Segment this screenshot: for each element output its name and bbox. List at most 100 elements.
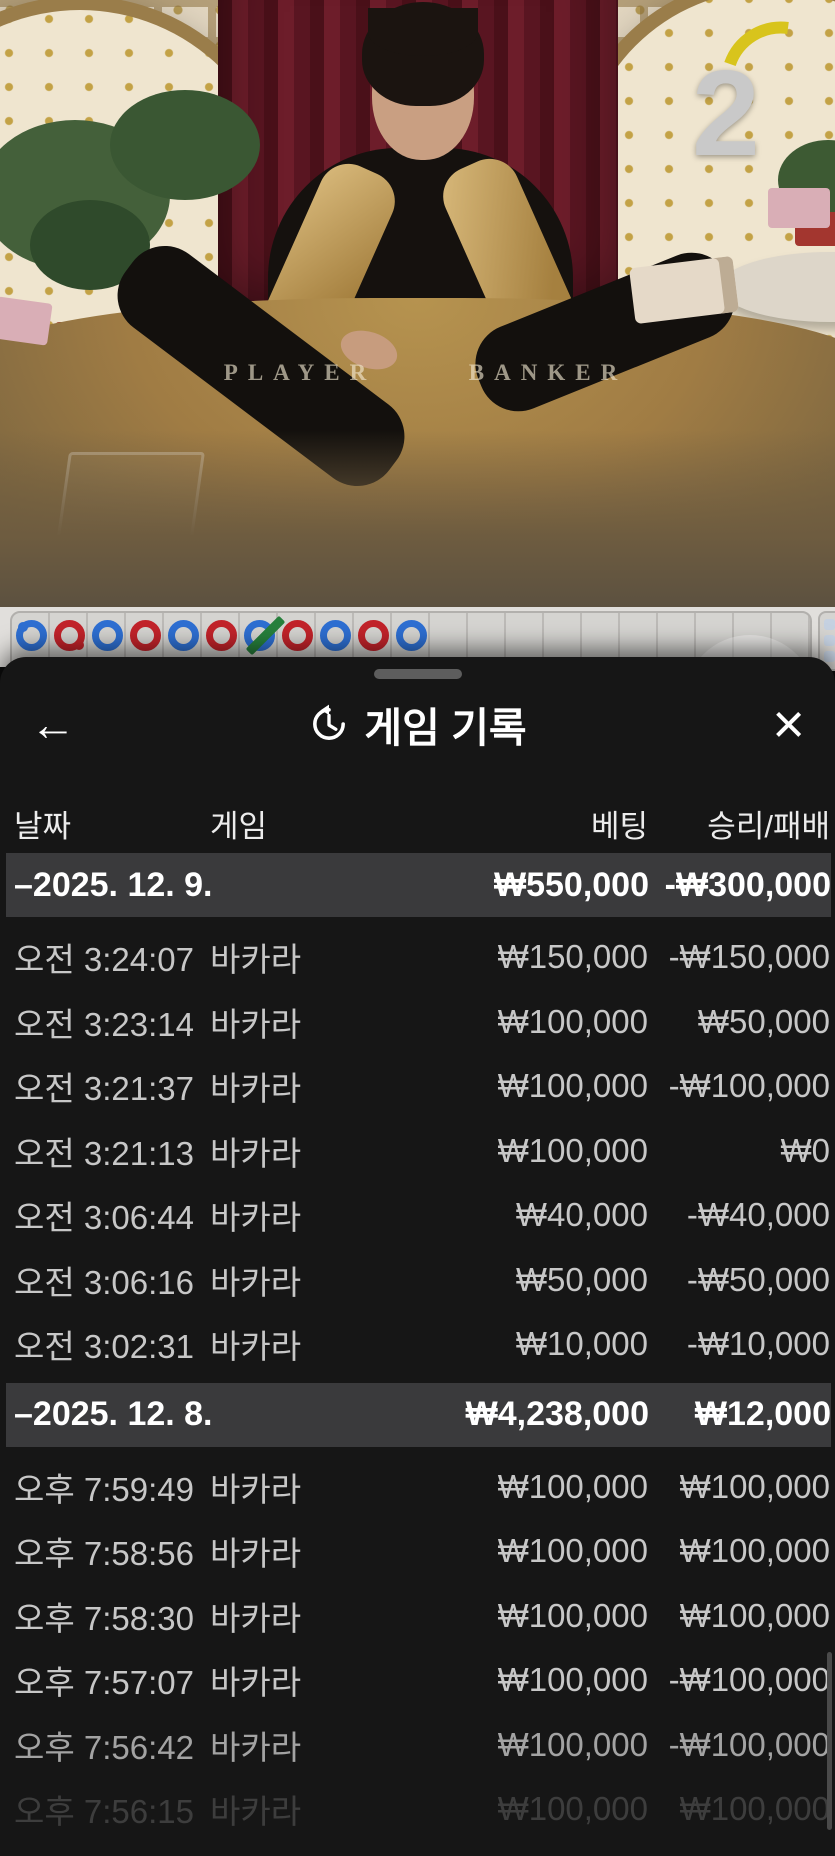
banker-felt-label: BANKER: [438, 360, 658, 386]
round-timer: 2: [690, 12, 810, 177]
table-row: 오후 7:56:15바카라₩100,000₩100,000: [0, 1777, 835, 1842]
date-summary-row: –2025. 12. 8.₩4,238,000₩12,000: [6, 1383, 831, 1447]
summary-result: ₩12,000: [649, 1395, 831, 1434]
banker-result-icon: [206, 620, 237, 651]
cell-result: -₩150,000: [648, 938, 830, 976]
cell-bet: ₩100,000: [420, 1726, 648, 1764]
history-list: –2025. 12. 9.₩550,000-₩300,000 오전 3:24:07…: [0, 853, 835, 1842]
cell-bet: ₩100,000: [420, 1003, 648, 1041]
cell-result: -₩100,000: [648, 1661, 830, 1699]
card-box-left: [0, 296, 53, 345]
dealer-fringe: [368, 8, 478, 56]
card-box-right: [768, 188, 830, 228]
pair-dot-icon: [18, 622, 28, 632]
cell-bet: ₩40,000: [420, 1196, 648, 1234]
cell-time: 오후 7:56:15: [14, 1785, 210, 1833]
table-row: 오후 7:59:49바카라₩100,000₩100,000: [0, 1455, 835, 1520]
scrollbar-thumb[interactable]: [827, 1652, 832, 1830]
cell-game: 바카라: [210, 1721, 420, 1769]
cell-game: 바카라: [210, 1592, 420, 1640]
modal-title: 게임 기록: [364, 694, 526, 754]
timer-value: 2: [692, 52, 760, 174]
table-row: 오전 3:21:13바카라₩100,000₩0: [0, 1119, 835, 1184]
close-button[interactable]: ×: [735, 696, 805, 752]
table-row: 오전 3:23:14바카라₩100,000₩50,000: [0, 990, 835, 1055]
col-bet: 베팅: [420, 801, 648, 846]
cell-result: -₩10,000: [648, 1325, 830, 1363]
player-result-icon: [244, 620, 275, 651]
cell-time: 오전 3:06:44: [14, 1191, 210, 1239]
modal-title-wrap: 게임 기록: [100, 694, 735, 754]
cell-game: 바카라: [210, 1527, 420, 1575]
cell-time: 오전 3:02:31: [14, 1320, 210, 1368]
cell-game: 바카라: [210, 1320, 420, 1368]
cell-bet: ₩100,000: [420, 1132, 648, 1170]
cell-game: 바카라: [210, 998, 420, 1046]
cell-result: ₩100,000: [648, 1532, 830, 1570]
cell-time: 오후 7:58:30: [14, 1592, 210, 1640]
cell-bet: ₩100,000: [420, 1468, 648, 1506]
player-result-icon: [16, 620, 47, 651]
table-row: 오전 3:21:37바카라₩100,000-₩100,000: [0, 1054, 835, 1119]
cell-bet: ₩100,000: [420, 1790, 648, 1828]
summary-date: –2025. 12. 8.: [14, 1395, 420, 1434]
table-fade: [0, 430, 835, 607]
drag-handle[interactable]: [374, 669, 462, 679]
player-result-icon: [168, 620, 199, 651]
summary-result: -₩300,000: [649, 866, 831, 905]
history-group: –2025. 12. 9.₩550,000-₩300,000 오전 3:24:07…: [0, 853, 835, 1377]
cell-result: -₩40,000: [648, 1196, 830, 1234]
cell-result: ₩0: [648, 1132, 830, 1170]
cell-game: 바카라: [210, 933, 420, 981]
cell-time: 오전 3:21:13: [14, 1127, 210, 1175]
player-result-icon: [320, 620, 351, 651]
cell-time: 오전 3:23:14: [14, 998, 210, 1046]
cell-bet: ₩100,000: [420, 1067, 648, 1105]
col-result: 승리/패배: [648, 801, 830, 846]
player-result-icon: [92, 620, 123, 651]
back-button[interactable]: ←: [30, 701, 100, 747]
app-screen: PLAYER BANKER 2 ←: [0, 0, 835, 1856]
date-summary-row: –2025. 12. 9.₩550,000-₩300,000: [6, 853, 831, 917]
cell-game: 바카라: [210, 1256, 420, 1304]
banker-result-icon: [54, 620, 85, 651]
cell-result: ₩50,000: [648, 1003, 830, 1041]
cell-bet: ₩100,000: [420, 1532, 648, 1570]
cell-game: 바카라: [210, 1191, 420, 1239]
cell-bet: ₩150,000: [420, 938, 648, 976]
cell-bet: ₩10,000: [420, 1325, 648, 1363]
cell-time: 오후 7:59:49: [14, 1463, 210, 1511]
cell-game: 바카라: [210, 1785, 420, 1833]
banker-result-icon: [130, 620, 161, 651]
cell-result: ₩100,000: [648, 1468, 830, 1506]
col-game: 게임: [210, 801, 420, 846]
summary-date: –2025. 12. 9.: [14, 866, 420, 905]
live-video[interactable]: PLAYER BANKER 2: [0, 0, 835, 607]
cell-result: ₩100,000: [648, 1790, 830, 1828]
table-row: 오전 3:24:07바카라₩150,000-₩150,000: [0, 925, 835, 990]
cell-game: 바카라: [210, 1127, 420, 1175]
table-row: 오후 7:58:30바카라₩100,000₩100,000: [0, 1584, 835, 1649]
cell-time: 오전 3:06:16: [14, 1256, 210, 1304]
history-clock-icon: [308, 703, 350, 745]
cell-bet: ₩50,000: [420, 1261, 648, 1299]
cell-bet: ₩100,000: [420, 1661, 648, 1699]
pair-dot-icon: [74, 640, 84, 650]
bonsai-left-foliage: [110, 90, 260, 200]
table-header-row: 날짜 게임 베팅 승리/패배: [0, 799, 835, 847]
cell-result: -₩100,000: [648, 1067, 830, 1105]
cell-time: 오후 7:58:56: [14, 1527, 210, 1575]
col-date: 날짜: [14, 801, 210, 846]
cell-game: 바카라: [210, 1463, 420, 1511]
banker-result-icon: [358, 620, 389, 651]
game-history-modal: ← 게임 기록 × 날짜 게임 베팅 승리/패배 –2025. 12. 9.₩5…: [0, 657, 835, 1856]
cell-result: ₩100,000: [648, 1597, 830, 1635]
table-row: 오후 7:56:42바카라₩100,000-₩100,000: [0, 1713, 835, 1778]
summary-bet: ₩550,000: [420, 866, 649, 905]
cell-result: -₩100,000: [648, 1726, 830, 1764]
table-row: 오전 3:06:44바카라₩40,000-₩40,000: [0, 1183, 835, 1248]
player-felt-label: PLAYER: [190, 360, 410, 386]
cell-game: 바카라: [210, 1656, 420, 1704]
history-group: –2025. 12. 8.₩4,238,000₩12,000 오후 7:59:49…: [0, 1383, 835, 1842]
cell-bet: ₩100,000: [420, 1597, 648, 1635]
